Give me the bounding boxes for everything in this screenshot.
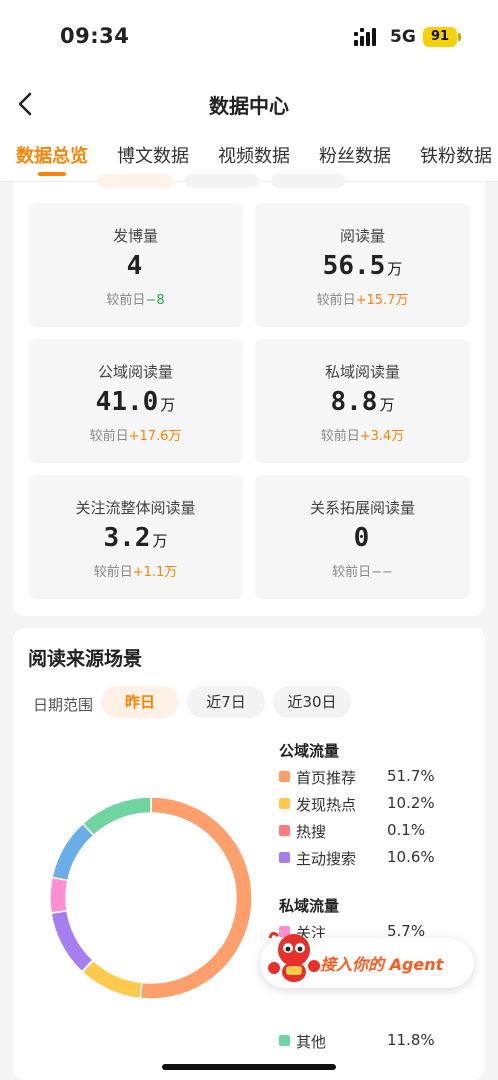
scrolled-chip bbox=[271, 174, 345, 188]
stat-value: 4 bbox=[126, 251, 143, 281]
legend-item: 首页推荐 51.7% bbox=[279, 767, 479, 787]
range-chip-yesterday[interactable]: 昨日 bbox=[101, 686, 179, 718]
legend-swatch bbox=[279, 1035, 290, 1046]
donut-slice-0 bbox=[139, 796, 253, 1000]
tab-video-data[interactable]: 视频数据 bbox=[218, 142, 290, 168]
active-tab-indicator bbox=[38, 172, 66, 176]
legend-swatch bbox=[279, 852, 290, 863]
battery-icon: 91 bbox=[423, 27, 461, 47]
range-chip-7-days[interactable]: 近7日 bbox=[187, 686, 265, 718]
stat-label: 阅读量 bbox=[339, 227, 385, 245]
donut-slice-5 bbox=[51, 822, 95, 882]
connect-agent-label: 接入你的 Agent bbox=[320, 955, 444, 974]
legend-item: 其他 11.8% bbox=[279, 1031, 479, 1051]
legend-swatch bbox=[279, 825, 290, 836]
stat-follow-feed-reads[interactable]: 关注流整体阅读量 3.2 万 较前日+1.1万 bbox=[28, 475, 243, 599]
legend-item: 主动搜索 10.6% bbox=[279, 848, 479, 868]
donut-slice-4 bbox=[49, 876, 69, 915]
stat-label: 发博量 bbox=[112, 227, 158, 245]
legend-group-public: 公域流量 bbox=[279, 742, 340, 760]
range-chip-30-days[interactable]: 近30日 bbox=[273, 686, 351, 718]
status-bar: 09:34 5G 91 bbox=[0, 0, 498, 76]
tab-iron-fans-data[interactable]: 铁粉数据 bbox=[420, 142, 492, 168]
reading-source-donut-chart bbox=[49, 796, 253, 1000]
tab-fans-data[interactable]: 粉丝数据 bbox=[319, 142, 391, 168]
stat-value: 8.8 万 bbox=[330, 387, 395, 417]
stat-value: 56.5 万 bbox=[322, 251, 403, 281]
home-indicator bbox=[162, 1064, 336, 1070]
legend-item: 热搜 0.1% bbox=[279, 821, 479, 841]
legend-item: 发现热点 10.2% bbox=[279, 794, 479, 814]
legend-swatch bbox=[279, 771, 290, 782]
section-title: 阅读来源场景 bbox=[28, 648, 143, 670]
legend-swatch bbox=[279, 798, 290, 809]
nav-bar: 数据中心 bbox=[0, 76, 498, 132]
stat-label: 关注流整体阅读量 bbox=[75, 499, 196, 517]
tab-data-overview[interactable]: 数据总览 bbox=[16, 142, 88, 168]
stat-value: 0 bbox=[353, 523, 370, 553]
mascot-icon bbox=[268, 931, 320, 982]
stat-value: 41.0 万 bbox=[95, 387, 176, 417]
stat-delta: 较前日−8 bbox=[106, 293, 165, 308]
date-range-label: 日期范围 bbox=[33, 696, 94, 714]
stat-delta: 较前日+1.1万 bbox=[93, 565, 178, 580]
scrolled-chip bbox=[97, 174, 173, 188]
overview-stats-card: 发博量 4 较前日−8 阅读量 56.5 万 较前日+15.7万 公域阅读量 41… bbox=[13, 174, 485, 616]
status-time: 09:34 bbox=[60, 24, 130, 48]
tab-post-data[interactable]: 博文数据 bbox=[117, 142, 189, 168]
stat-label: 公域阅读量 bbox=[97, 363, 173, 381]
stat-relation-reads[interactable]: 关系拓展阅读量 0 较前日−− bbox=[255, 475, 470, 599]
donut-slice-6 bbox=[81, 796, 152, 837]
network-label: 5G bbox=[390, 27, 416, 47]
stat-value: 3.2 万 bbox=[103, 523, 168, 553]
stat-delta: 较前日−− bbox=[332, 565, 393, 580]
stat-label: 私域阅读量 bbox=[324, 363, 400, 381]
stat-read-count[interactable]: 阅读量 56.5 万 较前日+15.7万 bbox=[255, 203, 470, 327]
stat-post-count[interactable]: 发博量 4 较前日−8 bbox=[28, 203, 243, 327]
stat-delta: 较前日+17.6万 bbox=[89, 429, 182, 444]
stat-private-reads[interactable]: 私域阅读量 8.8 万 较前日+3.4万 bbox=[255, 339, 470, 463]
scrolled-chip bbox=[185, 174, 259, 188]
stat-delta: 较前日+3.4万 bbox=[320, 429, 405, 444]
page-title: 数据中心 bbox=[209, 94, 289, 118]
signal-icon bbox=[354, 28, 376, 46]
stat-delta: 较前日+15.7万 bbox=[316, 293, 409, 308]
stat-label: 关系拓展阅读量 bbox=[309, 499, 415, 517]
donut-slice-3 bbox=[50, 909, 94, 973]
donut-slice-1 bbox=[81, 959, 143, 1000]
stat-public-reads[interactable]: 公域阅读量 41.0 万 较前日+17.6万 bbox=[28, 339, 243, 463]
legend-group-private: 私域流量 bbox=[279, 897, 340, 915]
reading-source-card: 阅读来源场景 日期范围 昨日 近7日 近30日 公域流量 首页推荐 51.7% … bbox=[13, 628, 485, 1080]
